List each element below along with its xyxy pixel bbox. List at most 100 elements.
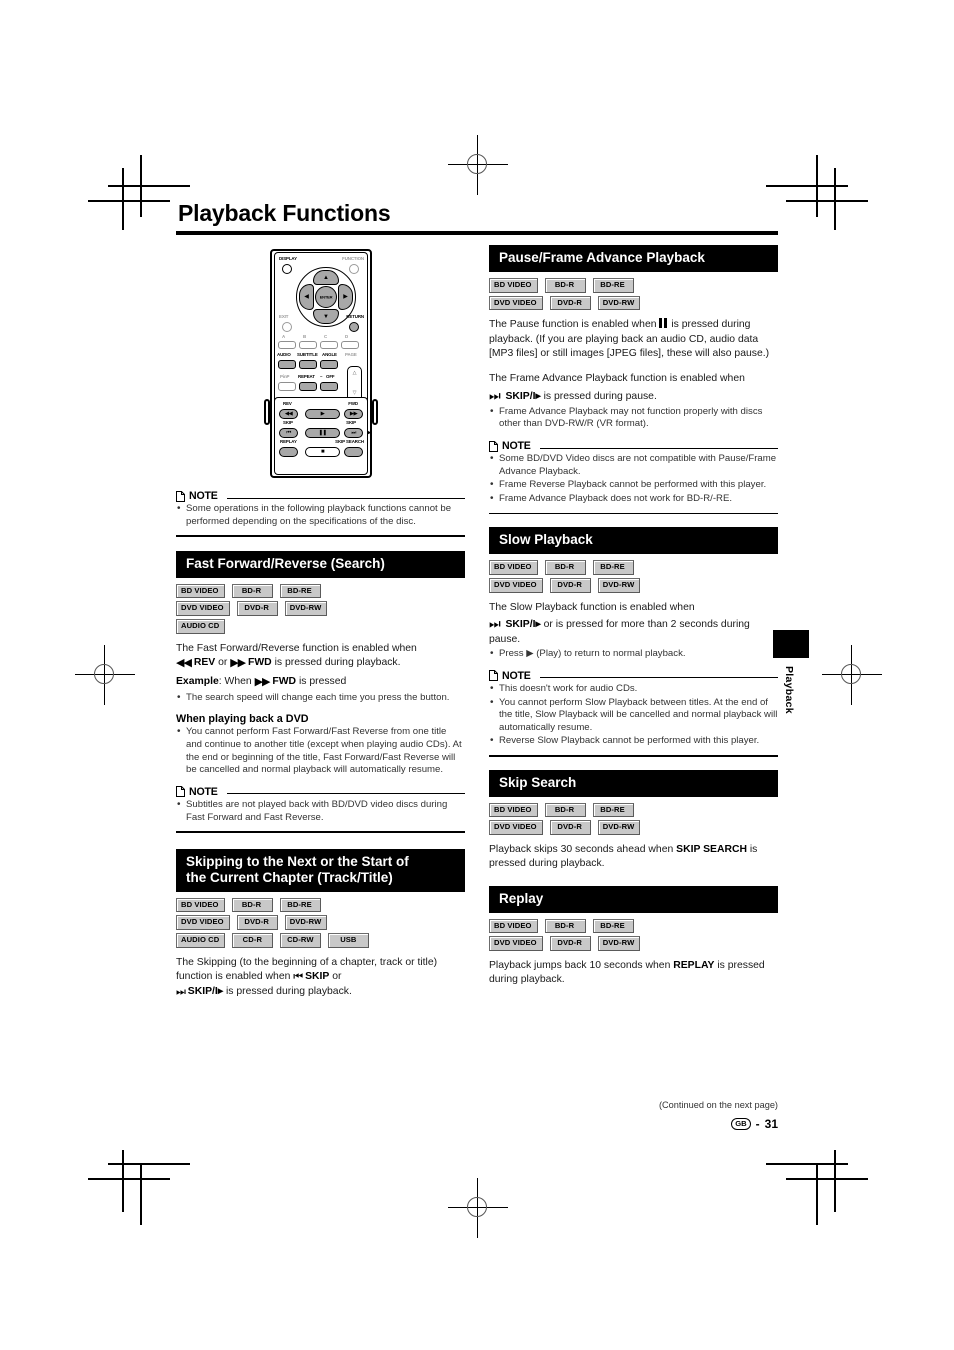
example-end: is pressed bbox=[298, 676, 347, 688]
paragraph: The Slow Playback function is enabled wh… bbox=[489, 601, 778, 648]
badge-row: BD VIDEO BD-R BD-RE bbox=[489, 918, 778, 934]
note-header: NOTE bbox=[489, 440, 778, 452]
note-bottom-rule bbox=[489, 512, 778, 515]
section-slow-playback: Slow Playback BD VIDEO BD-R BD-RE DVD VI… bbox=[489, 527, 778, 757]
page-title: Playback Functions bbox=[178, 200, 391, 226]
media-badges: BD VIDEO BD-R BD-RE DVD VIDEO DVD-R DVD-… bbox=[176, 897, 465, 948]
paragraph-text: The Pause function is enabled when bbox=[489, 319, 657, 331]
remote-exit-button[interactable] bbox=[282, 322, 292, 332]
skip-key-label: SKIP bbox=[305, 971, 330, 983]
page-number-separator: - bbox=[755, 1117, 760, 1131]
remote-off-label: OFF bbox=[326, 374, 335, 379]
badge-row: DVD VIDEO DVD-R DVD-RW bbox=[489, 295, 778, 311]
section-skip-search: Skip Search BD VIDEO BD-R BD-RE DVD VIDE… bbox=[489, 769, 778, 872]
media-badge: BD-R bbox=[544, 802, 586, 818]
fast-forward-icon: ▶▶ bbox=[230, 657, 246, 670]
media-badge: BD VIDEO bbox=[176, 583, 225, 599]
remote-skip-search-button[interactable] bbox=[344, 447, 363, 457]
remote-dpad-left[interactable]: ◀ bbox=[299, 284, 314, 310]
remote-repeat-button[interactable] bbox=[299, 382, 317, 391]
remote-fwd-label: FWD bbox=[348, 401, 358, 406]
remote-angle-button[interactable] bbox=[320, 360, 338, 369]
media-badges: BD VIDEO BD-R BD-RE DVD VIDEO DVD-R DVD-… bbox=[489, 277, 778, 311]
remote-pinp-label: PinP bbox=[280, 374, 290, 379]
remote-key-c-button[interactable] bbox=[320, 341, 338, 349]
media-badge: BD-RE bbox=[279, 897, 321, 913]
media-badges: BD VIDEO BD-R BD-RE DVD VIDEO DVD-R DVD-… bbox=[489, 802, 778, 835]
badge-row: DVD VIDEO DVD-R DVD-RW bbox=[489, 936, 778, 952]
remote-return-button[interactable] bbox=[349, 322, 359, 332]
media-badge: DVD-R bbox=[549, 577, 591, 593]
media-badge: DVD VIDEO bbox=[489, 936, 543, 952]
media-badge: DVD VIDEO bbox=[489, 820, 543, 835]
remote-pinp-button[interactable] bbox=[278, 382, 296, 391]
or-text: or bbox=[332, 971, 342, 983]
badge-row: DVD VIDEO DVD-R DVD-RW bbox=[489, 577, 778, 593]
note-header: NOTE bbox=[176, 786, 465, 798]
side-tab: Playback bbox=[773, 630, 809, 714]
remote-off-button[interactable] bbox=[320, 382, 338, 391]
media-badge: BD VIDEO bbox=[489, 918, 538, 934]
paragraph: Playback skips 30 seconds ahead when SKI… bbox=[489, 843, 778, 872]
example-line: Example: When ▶▶ FWD is pressed bbox=[176, 675, 465, 690]
list-item: Frame Reverse Playback cannot be perform… bbox=[489, 478, 778, 492]
badge-row: AUDIO CD bbox=[176, 619, 465, 634]
example-mid: : When bbox=[218, 676, 252, 688]
remote-display-button[interactable] bbox=[282, 264, 292, 274]
remote-key-a-label: A bbox=[282, 334, 286, 339]
media-badge: USB bbox=[328, 932, 370, 948]
remote-return-label: RETURN bbox=[346, 314, 364, 319]
skip-slash-key-label: SKIP/I▸ bbox=[187, 986, 224, 998]
section-heading-line2: the Current Chapter (Track/Title) bbox=[186, 869, 393, 885]
fast-forward-note-list: Subtitles are not played back with BD/DV… bbox=[176, 798, 465, 824]
remote-key-a-button[interactable] bbox=[278, 341, 296, 349]
media-badge: BD VIDEO bbox=[489, 560, 538, 575]
section-heading: Skip Search bbox=[489, 769, 778, 797]
note-icon bbox=[489, 670, 498, 682]
badge-row: BD VIDEO BD-R BD-RE bbox=[489, 802, 778, 818]
media-badge: DVD-R bbox=[549, 936, 591, 952]
paragraph-text: is pressed during playback. bbox=[225, 986, 352, 998]
continued-note: (Continued on the next page) bbox=[658, 1100, 778, 1110]
remote-exit-label: EXIT bbox=[279, 314, 289, 319]
paragraph: The Fast Forward/Reverse function is ena… bbox=[176, 642, 465, 672]
media-badge: DVD-RW bbox=[597, 820, 641, 835]
registration-mark-bottom bbox=[448, 1178, 508, 1238]
list-item: You cannot perform Fast Forward/Fast Rev… bbox=[176, 725, 465, 777]
left-column: DISPLAY FUNCTION ▲ ▼ ◀ ▶ ENTER EXIT RETU… bbox=[176, 245, 465, 1000]
paragraph-text: is pressed during pause. bbox=[543, 390, 657, 402]
media-badge: CD-R bbox=[232, 932, 274, 948]
page-number-block: GB - 31 bbox=[478, 1117, 778, 1131]
fast-forward-icon: ▶▶ bbox=[349, 411, 358, 417]
page-content: Playback Functions DISPLAY FUNCTION ▲ ▼ … bbox=[176, 200, 778, 1145]
list-item: Some operations in the following playbac… bbox=[176, 502, 465, 528]
media-badge: BD-R bbox=[231, 897, 273, 913]
skip-forward-icon: ⏭ bbox=[176, 986, 186, 999]
media-badge: BD-R bbox=[544, 560, 586, 575]
note-label: NOTE bbox=[189, 490, 218, 502]
rewind-icon: ◀◀ bbox=[284, 411, 293, 417]
remote-subtitle-button[interactable] bbox=[299, 360, 317, 369]
skip-forward-icon: ⏭ bbox=[489, 615, 501, 631]
remote-enter-button[interactable]: ENTER bbox=[315, 286, 337, 308]
media-badge: BD VIDEO bbox=[489, 277, 538, 293]
media-badge: DVD-RW bbox=[597, 295, 641, 311]
remote-key-b-button[interactable] bbox=[299, 341, 317, 349]
note-label: NOTE bbox=[189, 785, 218, 798]
media-badge: BD-RE bbox=[592, 277, 634, 293]
badge-row: DVD VIDEO DVD-R DVD-RW bbox=[176, 601, 465, 617]
remote-dpad-up[interactable]: ▲ bbox=[313, 270, 339, 285]
intro-note-list: Some operations in the following playbac… bbox=[176, 502, 465, 528]
section-heading: Fast Forward/Reverse (Search) bbox=[176, 550, 465, 578]
paragraph: Playback jumps back 10 seconds when REPL… bbox=[489, 959, 778, 988]
remote-replay-button[interactable] bbox=[279, 447, 298, 457]
list-item: You cannot perform Slow Playback between… bbox=[489, 696, 778, 735]
list-item: Reverse Slow Playback cannot be performe… bbox=[489, 734, 778, 748]
remote-key-d-button[interactable] bbox=[341, 341, 359, 349]
remote-audio-button[interactable] bbox=[278, 360, 296, 369]
fast-forward-bullets-2: You cannot perform Fast Forward/Fast Rev… bbox=[176, 725, 465, 777]
media-badge: BD VIDEO bbox=[176, 897, 225, 913]
skip-forward-icon: ⏭ bbox=[351, 430, 356, 436]
media-badge: BD-R bbox=[231, 583, 273, 599]
paragraph: The Pause function is enabled when is pr… bbox=[489, 318, 778, 361]
